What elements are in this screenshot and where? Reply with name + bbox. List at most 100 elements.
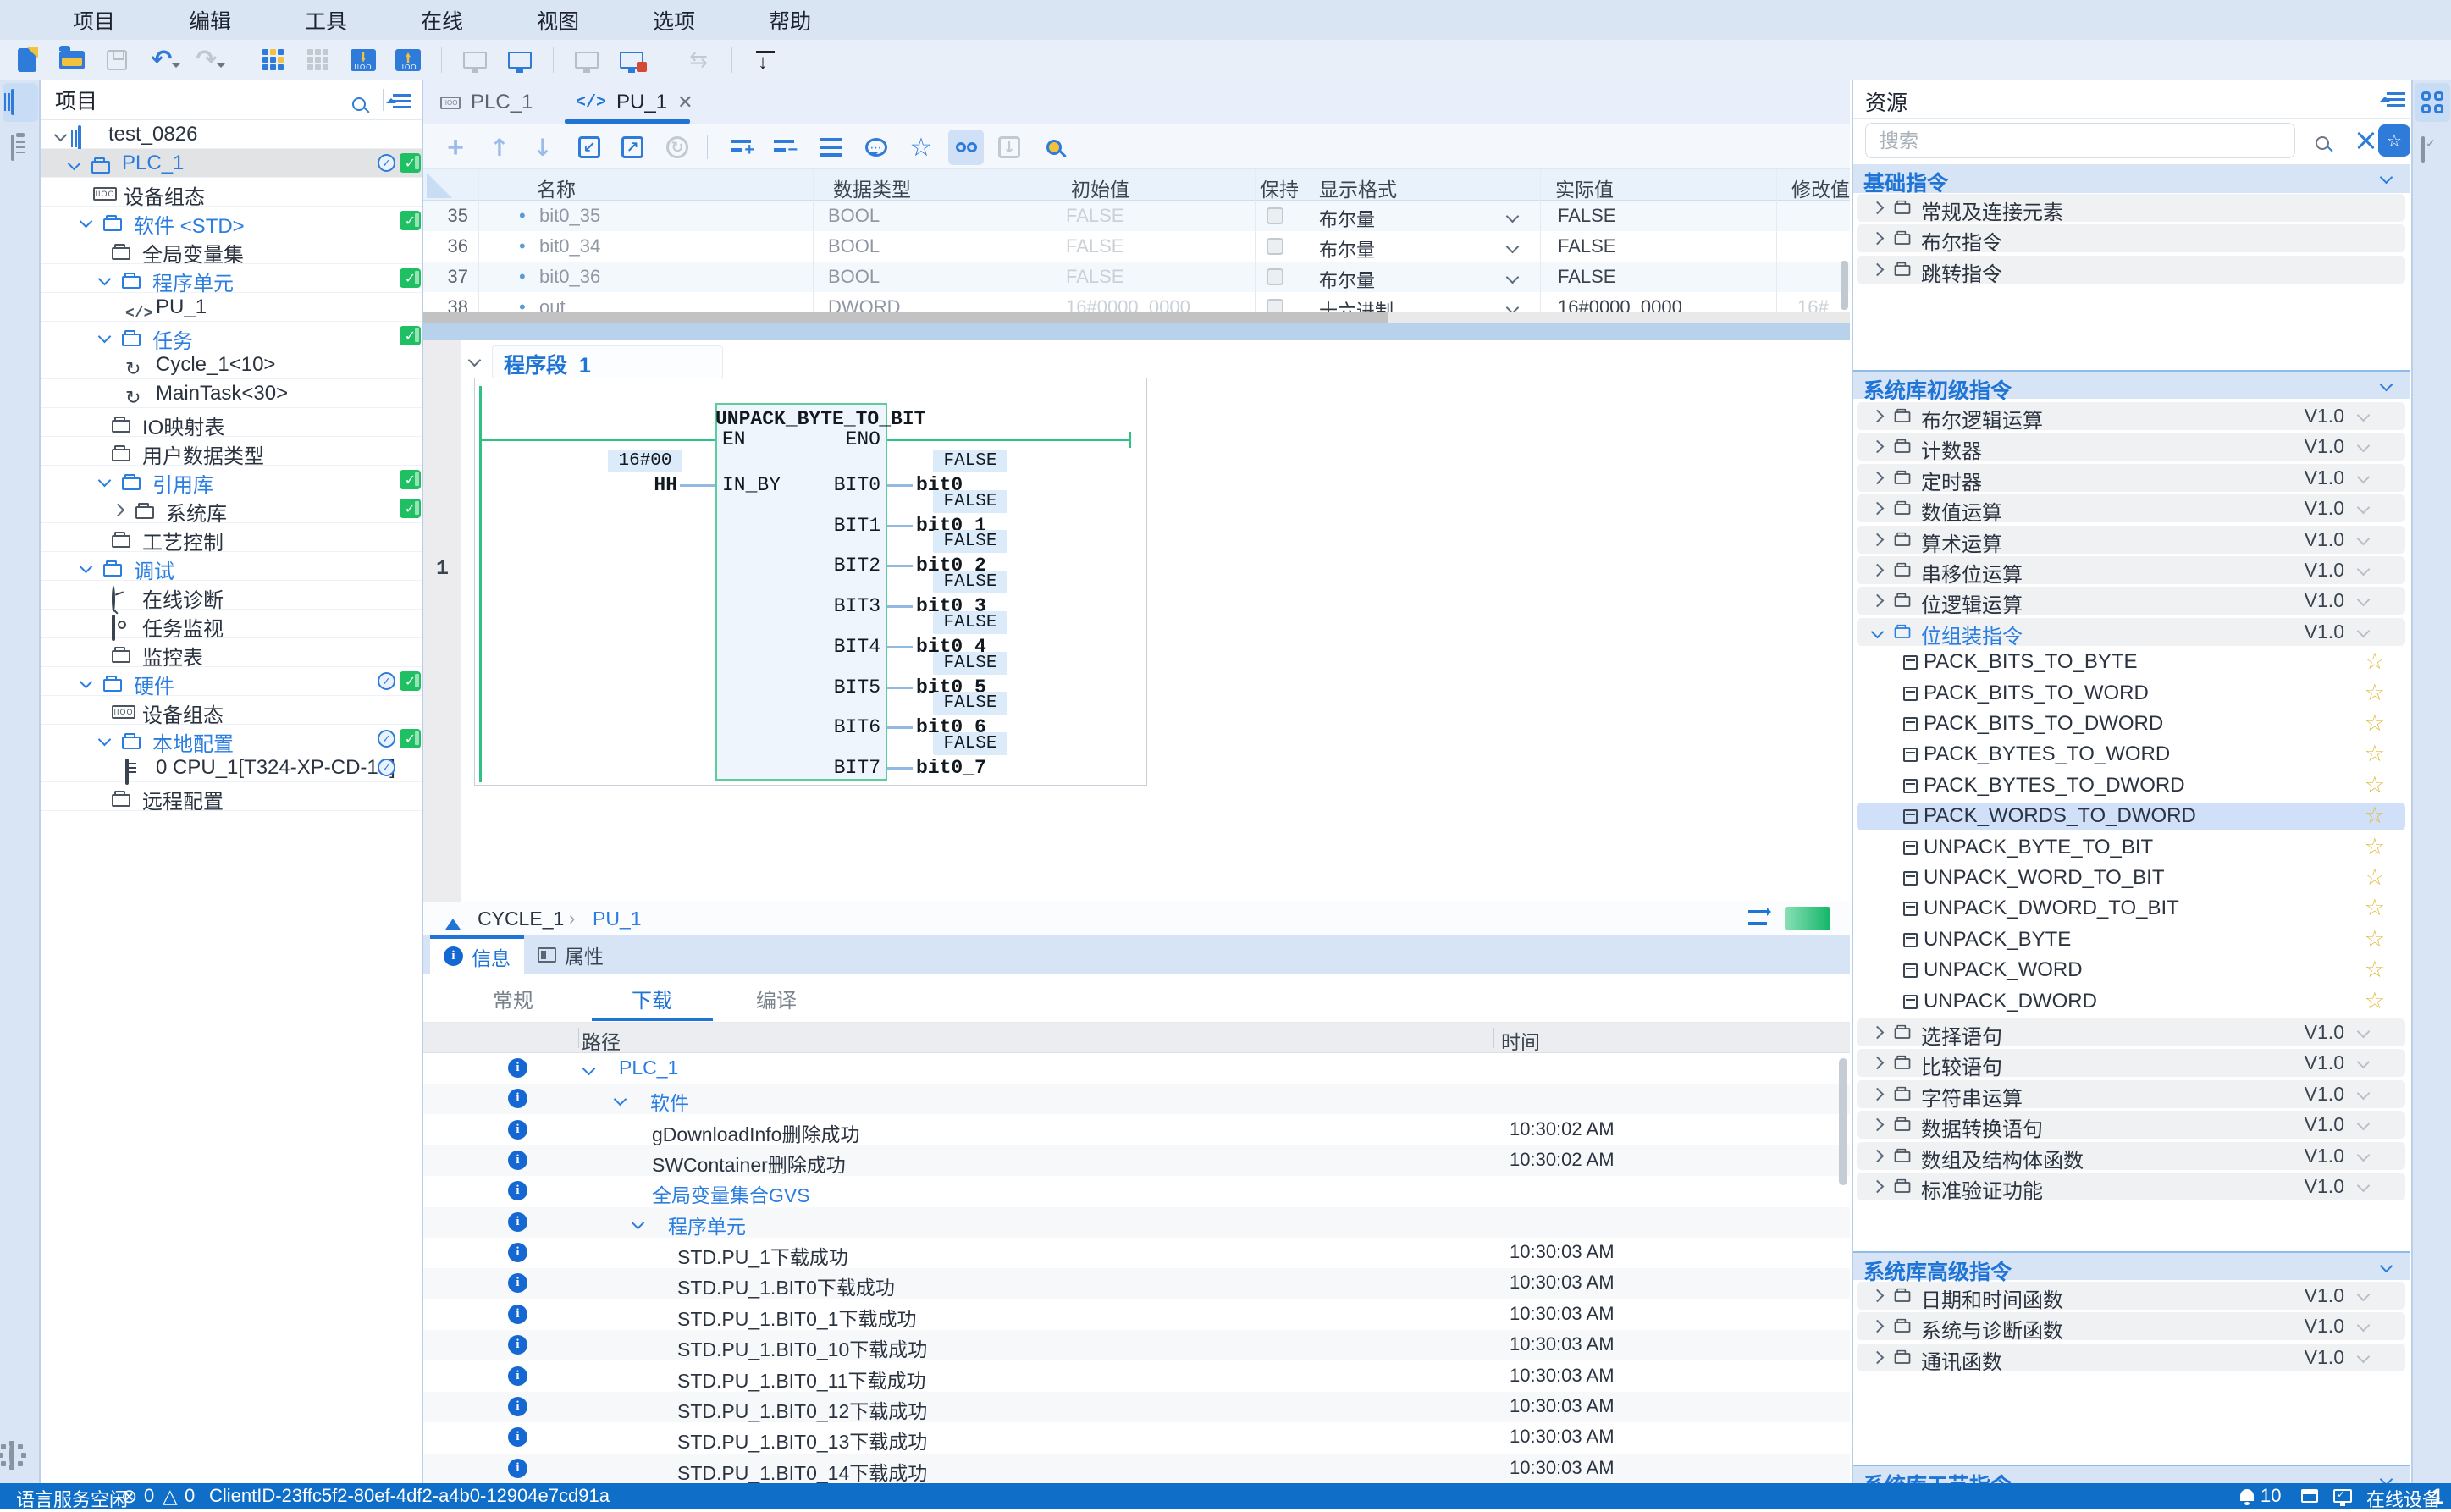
tree-item[interactable]: </>PU_1 bbox=[41, 293, 422, 322]
subtab-compile[interactable]: 编译 bbox=[756, 984, 797, 1013]
tree-item[interactable]: 全局变量集 bbox=[41, 235, 422, 264]
favorite-star-icon[interactable]: ☆ bbox=[2365, 895, 2385, 921]
move-up-button[interactable]: ↑ bbox=[482, 130, 517, 165]
upload-from-plc-button[interactable]: IIOO bbox=[393, 45, 423, 75]
resource-folder[interactable]: 系统与诊断函数V1.0 bbox=[1857, 1312, 2405, 1340]
input-value-chip[interactable]: 16#00 bbox=[608, 450, 682, 472]
swap-view-icon[interactable] bbox=[1748, 908, 1772, 930]
clipboard-panel-button[interactable] bbox=[11, 136, 14, 160]
undo-button[interactable]: ↶ bbox=[146, 45, 177, 75]
add-variable-button[interactable]: + bbox=[438, 130, 473, 165]
tree-item[interactable]: test_0826 bbox=[41, 120, 422, 149]
redo-button[interactable]: ↷ bbox=[191, 45, 222, 75]
import-button[interactable]: ↙ bbox=[571, 130, 607, 165]
delete-row-button[interactable]: − bbox=[767, 130, 803, 165]
save-button[interactable] bbox=[102, 45, 132, 75]
collapse-icon[interactable] bbox=[98, 330, 112, 344]
expand-icon[interactable] bbox=[112, 504, 125, 517]
resource-section-header[interactable]: 基础指令 bbox=[1853, 164, 2410, 193]
chevron-down-icon[interactable] bbox=[2357, 1087, 2371, 1101]
warning-icon[interactable]: △ bbox=[163, 1485, 178, 1508]
resource-function[interactable]: PACK_BITS_TO_WORD☆ bbox=[1857, 680, 2405, 708]
display-format-select[interactable]: 布尔量 bbox=[1319, 205, 1375, 232]
resource-folder[interactable]: 通讯函数V1.0 bbox=[1857, 1344, 2405, 1371]
collapse-icon[interactable] bbox=[54, 129, 68, 142]
resource-function[interactable]: PACK_WORDS_TO_DWORD☆ bbox=[1857, 803, 2405, 830]
tree-item[interactable]: IIOO设备组态 bbox=[41, 696, 422, 725]
switch-button[interactable]: ⇆ bbox=[683, 45, 714, 75]
expand-icon[interactable] bbox=[1871, 1026, 1885, 1040]
resource-folder[interactable]: 选择语句V1.0 bbox=[1857, 1018, 2405, 1046]
expand-icon[interactable] bbox=[1871, 1118, 1885, 1132]
resource-library-button[interactable] bbox=[2421, 91, 2443, 113]
favorite-star-icon[interactable]: ☆ bbox=[2365, 926, 2385, 952]
favorite-star-icon[interactable]: ☆ bbox=[2365, 957, 2385, 983]
expand-icon[interactable] bbox=[1871, 594, 1885, 608]
resource-folder[interactable]: 数据转换语句V1.0 bbox=[1857, 1111, 2405, 1139]
tree-item[interactable]: 本地配置✓✓ bbox=[41, 725, 422, 753]
collapse-icon[interactable] bbox=[98, 733, 112, 747]
expand-icon[interactable] bbox=[1871, 232, 1885, 246]
project-search-button[interactable] bbox=[352, 93, 366, 117]
resource-folder[interactable]: 位逻辑运算V1.0 bbox=[1857, 587, 2405, 615]
expand-icon[interactable] bbox=[1871, 1351, 1885, 1365]
expand-icon[interactable] bbox=[1871, 1057, 1885, 1070]
collapse-icon[interactable] bbox=[68, 157, 81, 171]
chevron-down-icon[interactable] bbox=[2357, 1025, 2371, 1039]
collapse-icon[interactable] bbox=[582, 1062, 596, 1076]
device-monitor-stop-button[interactable] bbox=[616, 45, 647, 75]
tree-item[interactable]: 远程配置 bbox=[41, 782, 422, 811]
chevron-down-icon[interactable] bbox=[2357, 625, 2371, 638]
log-row[interactable]: iSTD.PU_1下载成功10:30:03 AM bbox=[423, 1238, 1850, 1268]
notifications-bell-icon[interactable] bbox=[2240, 1489, 2254, 1501]
col-path[interactable]: 路径 bbox=[582, 1026, 621, 1055]
refresh-button[interactable]: ↻ bbox=[660, 130, 695, 165]
tree-item[interactable]: ↻Cycle_1<10> bbox=[41, 350, 422, 379]
settings-button[interactable] bbox=[9, 1443, 14, 1467]
device-view-button[interactable] bbox=[2421, 138, 2425, 162]
online-device-icon[interactable] bbox=[2333, 1489, 2352, 1503]
resource-function[interactable]: UNPACK_DWORD_TO_BIT☆ bbox=[1857, 895, 2405, 923]
favorite-button[interactable]: ☆ bbox=[903, 130, 939, 165]
variable-name[interactable]: bit0_35 bbox=[539, 205, 600, 227]
error-icon[interactable]: ⊗ bbox=[121, 1485, 137, 1508]
resource-folder[interactable]: 串移位运算V1.0 bbox=[1857, 556, 2405, 584]
collapse-icon[interactable] bbox=[614, 1093, 627, 1106]
display-format-select[interactable]: 布尔量 bbox=[1319, 235, 1375, 262]
expand-icon[interactable] bbox=[1871, 201, 1885, 215]
project-grid-button[interactable] bbox=[258, 45, 289, 75]
tree-item[interactable]: 工艺控制 bbox=[41, 523, 422, 552]
log-row[interactable]: iSTD.PU_1.BIT0下载成功10:30:03 AM bbox=[423, 1268, 1850, 1299]
favorite-star-icon[interactable]: ☆ bbox=[2365, 710, 2385, 737]
favorite-star-icon[interactable]: ☆ bbox=[2365, 864, 2385, 891]
resource-folder[interactable]: 常规及连接元素 bbox=[1857, 194, 2405, 222]
tree-item[interactable]: 用户数据类型 bbox=[41, 437, 422, 466]
col-actual[interactable]: 实际值 bbox=[1555, 174, 1614, 202]
collapse-icon[interactable] bbox=[80, 676, 93, 689]
expand-icon[interactable] bbox=[1871, 1180, 1885, 1194]
tree-item[interactable]: 系统库✓ bbox=[41, 494, 422, 523]
row-menu-button[interactable] bbox=[814, 130, 849, 165]
variable-row[interactable]: 35•bit0_35BOOLFALSE布尔量FALSE bbox=[423, 201, 1850, 231]
comment-button[interactable]: ⋯ bbox=[858, 130, 894, 165]
chevron-down-icon[interactable] bbox=[2357, 563, 2371, 577]
breadcrumb-task[interactable]: CYCLE_1 bbox=[478, 908, 564, 930]
zoom-search-button[interactable] bbox=[1036, 130, 1072, 165]
col-modify[interactable]: 修改值 bbox=[1791, 174, 1850, 202]
favorite-star-icon[interactable]: ☆ bbox=[2365, 648, 2385, 675]
menu-item[interactable]: 视图 bbox=[520, 5, 596, 36]
chevron-down-icon[interactable] bbox=[2357, 593, 2371, 607]
favorite-star-icon[interactable]: ☆ bbox=[2365, 772, 2385, 798]
tree-item[interactable]: 在线诊断 bbox=[41, 581, 422, 610]
variable-row[interactable]: 37•bit0_36BOOLFALSE布尔量FALSE bbox=[423, 262, 1850, 292]
expand-icon[interactable] bbox=[1871, 1289, 1885, 1303]
resource-search-button[interactable] bbox=[2316, 132, 2329, 156]
vertical-scrollbar-thumb[interactable] bbox=[1841, 261, 1848, 310]
resource-folder[interactable]: 数值运算V1.0 bbox=[1857, 494, 2405, 522]
tree-item[interactable]: 0 CPU_1[T324-XP-CD-10]✓ bbox=[41, 753, 422, 782]
resource-folder[interactable]: 日期和时间函数V1.0 bbox=[1857, 1282, 2405, 1310]
breadcrumb-unit[interactable]: PU_1 bbox=[593, 908, 642, 930]
menu-item[interactable]: 项目 bbox=[56, 5, 132, 36]
retain-checkbox[interactable] bbox=[1267, 238, 1283, 255]
network-collapse-icon[interactable] bbox=[468, 354, 482, 367]
